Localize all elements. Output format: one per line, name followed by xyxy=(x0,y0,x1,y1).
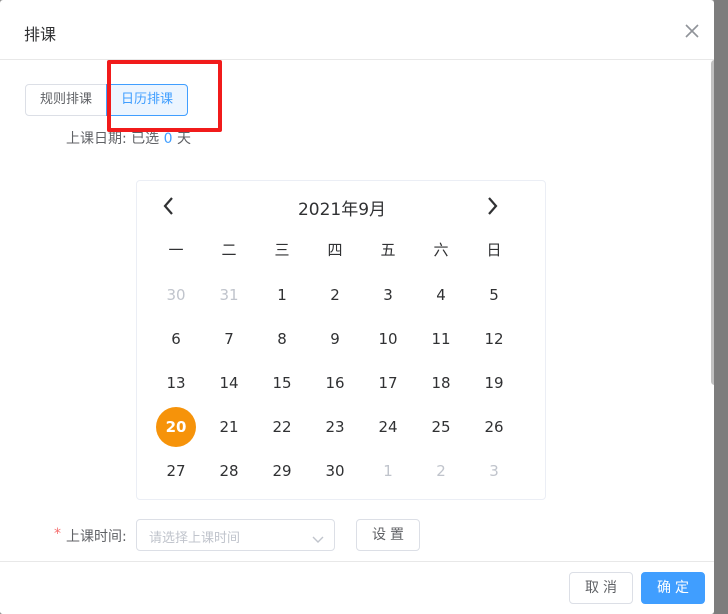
date-prefix: 已选 xyxy=(131,131,160,147)
confirm-button[interactable]: 确定 xyxy=(641,572,705,604)
schedule-dialog: 排课 规则排课 日历排课 上课日期: 已选 0 天 2021年9月 一二三四五六… xyxy=(0,0,714,614)
calendar-day[interactable]: 12 xyxy=(474,319,514,359)
calendar-day[interactable]: 17 xyxy=(368,363,408,403)
weekday-label: 五 xyxy=(380,241,396,259)
calendar-day[interactable]: 11 xyxy=(421,319,461,359)
scrollbar[interactable] xyxy=(711,60,714,385)
calendar-day[interactable]: 3 xyxy=(474,451,514,491)
calendar-day[interactable]: 10 xyxy=(368,319,408,359)
selected-count: 0 xyxy=(163,131,173,147)
weekday-label: 三 xyxy=(274,241,290,259)
dialog-header: 排课 xyxy=(0,0,714,60)
calendar-day[interactable]: 29 xyxy=(262,451,302,491)
calendar-day[interactable]: 14 xyxy=(209,363,249,403)
tab-rule-schedule[interactable]: 规则排课 xyxy=(25,84,108,116)
calendar-day[interactable]: 13 xyxy=(156,363,196,403)
calendar-days: 30 31 1 2 3 4 5 6 7 8 9 10 11 12 13 14 15 16 17 18 19 20 21 22 2… xyxy=(137,273,547,493)
dialog-title: 排课 xyxy=(24,25,57,44)
required-mark: * xyxy=(54,526,61,542)
close-icon[interactable] xyxy=(683,22,701,40)
calendar-day[interactable]: 24 xyxy=(368,407,408,447)
set-button[interactable]: 设置 xyxy=(356,519,420,551)
calendar-day[interactable]: 4 xyxy=(421,275,461,315)
calendar-day[interactable]: 26 xyxy=(474,407,514,447)
calendar-day[interactable]: 30 xyxy=(156,275,196,315)
calendar-day[interactable]: 23 xyxy=(315,407,355,447)
schedule-mode-tabs: 规则排课 日历排课 xyxy=(25,84,189,116)
calendar-day[interactable]: 30 xyxy=(315,451,355,491)
weekday-label: 六 xyxy=(433,241,449,259)
dialog-footer: 取消 确定 xyxy=(0,561,714,614)
calendar-day[interactable]: 3 xyxy=(368,275,408,315)
calendar-day[interactable]: 28 xyxy=(209,451,249,491)
weekday-label: 二 xyxy=(221,241,237,259)
calendar-day[interactable]: 18 xyxy=(421,363,461,403)
time-select[interactable]: 请选择上课时间 xyxy=(136,519,335,551)
backdrop xyxy=(714,0,728,614)
date-label: 上课日期: xyxy=(66,131,127,147)
date-suffix: 天 xyxy=(177,131,191,147)
weekday-label: 日 xyxy=(486,241,502,259)
calendar-day[interactable]: 2 xyxy=(421,451,461,491)
calendar-day[interactable]: 7 xyxy=(209,319,249,359)
calendar-day[interactable]: 2 xyxy=(315,275,355,315)
time-placeholder: 请选择上课时间 xyxy=(149,531,241,546)
calendar-day[interactable]: 15 xyxy=(262,363,302,403)
calendar-day[interactable]: 16 xyxy=(315,363,355,403)
time-row: * 上课时间: 请选择上课时间 设置 xyxy=(54,519,454,551)
calendar-day[interactable]: 25 xyxy=(421,407,461,447)
calendar-day-selected[interactable]: 20 xyxy=(156,407,196,447)
weekday-label: 四 xyxy=(327,241,343,259)
time-label: 上课时间: xyxy=(66,529,127,545)
calendar-day[interactable]: 19 xyxy=(474,363,514,403)
calendar-day[interactable]: 5 xyxy=(474,275,514,315)
calendar-day[interactable]: 31 xyxy=(209,275,249,315)
date-summary: 上课日期: 已选 0 天 xyxy=(66,128,191,148)
calendar-day[interactable]: 6 xyxy=(156,319,196,359)
cancel-button[interactable]: 取消 xyxy=(569,572,633,604)
weekday-header: 一二三四五六日 xyxy=(137,239,547,263)
calendar-day[interactable]: 1 xyxy=(262,275,302,315)
calendar: 2021年9月 一二三四五六日 30 31 1 2 3 4 5 6 7 8 9 10 11 12 13 14 1… xyxy=(136,180,546,500)
calendar-day[interactable]: 9 xyxy=(315,319,355,359)
calendar-day[interactable]: 8 xyxy=(262,319,302,359)
calendar-day[interactable]: 22 xyxy=(262,407,302,447)
chevron-down-icon xyxy=(312,530,324,543)
weekday-label: 一 xyxy=(168,241,184,259)
tab-calendar-schedule[interactable]: 日历排课 xyxy=(106,84,189,116)
calendar-day[interactable]: 27 xyxy=(156,451,196,491)
calendar-day[interactable]: 1 xyxy=(368,451,408,491)
calendar-day[interactable]: 21 xyxy=(209,407,249,447)
next-month-icon[interactable] xyxy=(482,195,502,217)
